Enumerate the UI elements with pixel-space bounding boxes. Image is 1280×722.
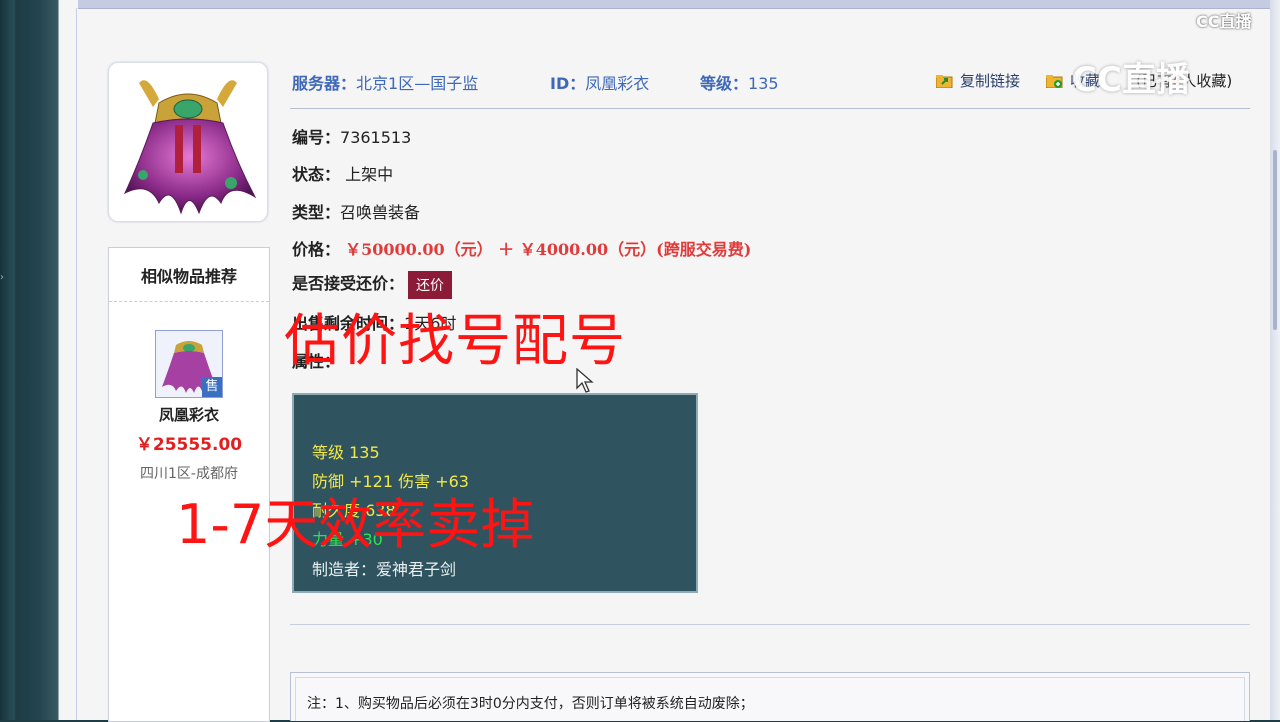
server-value: 北京1区—国子监 — [356, 74, 479, 93]
serial-label: 编号： — [292, 128, 341, 147]
price-value: ￥50000.00（元） ＋ ￥4000.00（元）(跨服交易费) — [345, 240, 752, 259]
watermark-large: CC直播 — [1072, 60, 1190, 100]
watermark-small: CC直播 — [1196, 12, 1252, 31]
notice-panel: 注：1、购买物品后必须在3时0分内支付，否则订单将被系统自动废除； — [290, 672, 1250, 721]
type-field: 类型：召唤兽装备 — [292, 199, 420, 223]
item-image — [108, 62, 268, 222]
level-info: 等级：135 — [700, 70, 779, 94]
level-label: 等级： — [700, 74, 749, 93]
left-window-rail: › — [0, 0, 60, 720]
notice-text: 注：1、购买物品后必须在3时0分内支付，否则订单将被系统自动废除； — [307, 696, 754, 712]
similar-item-price: ￥25555.00 — [135, 435, 243, 455]
status-field: 状态： 上架中 — [292, 161, 393, 185]
price-label: 价格： — [292, 240, 341, 259]
server-label: 服务器： — [292, 74, 357, 93]
counter-offer-field: 是否接受还价： 还价 — [292, 270, 453, 299]
id-info: ID：凤凰彩衣 — [550, 70, 649, 94]
type-label: 类型： — [292, 203, 341, 222]
price-field: 价格： ￥50000.00（元） ＋ ￥4000.00（元）(跨服交易费) — [292, 236, 751, 260]
copy-link-label: 复制链接 — [960, 72, 1021, 90]
copy-link-button[interactable]: 复制链接 — [935, 70, 1021, 91]
sale-badge: 售 — [202, 377, 222, 397]
section-divider — [290, 624, 1250, 625]
favorite-folder-icon — [1045, 74, 1064, 88]
id-label: ID： — [550, 74, 586, 93]
attr-level: 等级 135 — [312, 443, 380, 462]
type-value: 召唤兽装备 — [340, 203, 421, 222]
rail-arrow-icon: › — [0, 272, 4, 283]
pet-armor-image — [123, 80, 257, 215]
status-label: 状态： — [292, 165, 341, 184]
id-value: 凤凰彩衣 — [585, 74, 650, 93]
similar-items-title: 相似物品推荐 — [109, 248, 269, 302]
serial-field: 编号：7361513 — [292, 124, 411, 148]
counter-offer-button[interactable]: 还价 — [408, 270, 453, 299]
server-info: 服务器：北京1区—国子监 — [292, 70, 478, 94]
status-value: 上架中 — [345, 165, 394, 184]
attr-maker: 制造者：爱神君子剑 — [312, 560, 457, 579]
similar-item-name[interactable]: 凤凰彩衣 — [109, 404, 269, 425]
overlay-caption-1: 估价找号配号 — [284, 309, 626, 374]
scrollbar-thumb[interactable] — [1273, 150, 1277, 330]
copy-link-icon — [935, 74, 954, 88]
mouse-cursor-icon — [576, 367, 594, 398]
overlay-caption-2: 1-7天效率卖掉 — [176, 493, 535, 556]
serial-value: 7361513 — [340, 128, 412, 147]
similar-item-image[interactable]: 售 — [155, 330, 223, 398]
scrollbar[interactable] — [1270, 0, 1280, 720]
counter-offer-label: 是否接受还价： — [292, 274, 405, 293]
level-value: 135 — [748, 74, 779, 93]
